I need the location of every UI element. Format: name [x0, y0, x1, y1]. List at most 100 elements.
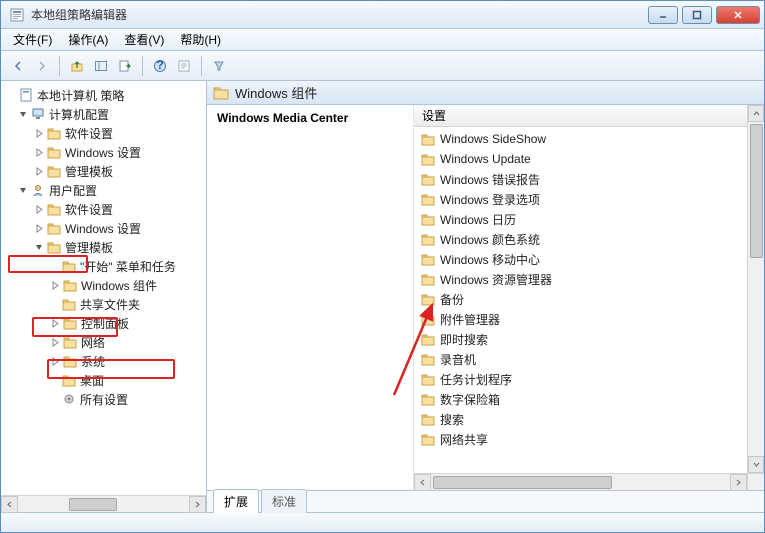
tree-uc-windows[interactable]: Windows 设置 [3, 219, 204, 237]
list-item[interactable]: Windows 日历 [414, 209, 747, 229]
scroll-right-button[interactable] [189, 496, 206, 513]
list-item[interactable]: 录音机 [414, 349, 747, 369]
tree-horizontal-scrollbar[interactable] [1, 495, 206, 512]
nav-forward-button[interactable] [31, 55, 53, 77]
tree-label: 所有设置 [80, 391, 128, 408]
expander-closed-icon[interactable] [33, 127, 45, 139]
menu-action[interactable]: 操作(A) [60, 28, 116, 51]
tree-desktop[interactable]: 桌面 [3, 371, 204, 389]
settings-list[interactable]: Windows SideShowWindows UpdateWindows 错误… [414, 127, 747, 473]
expander-open-icon[interactable] [33, 241, 45, 253]
tab-standard[interactable]: 标准 [261, 489, 307, 513]
list-item[interactable]: Windows 移动中心 [414, 249, 747, 269]
scroll-left-button[interactable] [1, 496, 18, 513]
list-item-label: Windows 移动中心 [440, 251, 540, 268]
list-column-header[interactable]: 设置 [414, 105, 747, 127]
export-list-button[interactable] [114, 55, 136, 77]
close-button[interactable] [716, 6, 760, 24]
tree-system[interactable]: 系统 [3, 352, 204, 370]
list-item-label: 附件管理器 [440, 311, 500, 328]
minimize-button[interactable] [648, 6, 678, 24]
expander-closed-icon[interactable] [33, 203, 45, 215]
tree-control-panel[interactable]: 控制面板 [3, 314, 204, 332]
tree-cc-windows[interactable]: Windows 设置 [3, 143, 204, 161]
menu-help[interactable]: 帮助(H) [172, 28, 229, 51]
nav-back-button[interactable] [7, 55, 29, 77]
scroll-track[interactable] [748, 122, 764, 456]
expander-closed-icon[interactable] [49, 317, 61, 329]
scroll-track[interactable] [431, 474, 730, 491]
list-item[interactable]: 搜索 [414, 409, 747, 429]
tree-label: 网络 [81, 334, 105, 351]
maximize-button[interactable] [682, 6, 712, 24]
list-item[interactable]: 即时搜索 [414, 329, 747, 349]
list-item-label: Windows 资源管理器 [440, 271, 552, 288]
menu-file[interactable]: 文件(F) [5, 28, 60, 51]
scroll-track[interactable] [18, 496, 189, 513]
tree-shared-folders[interactable]: 共享文件夹 [3, 295, 204, 313]
scroll-right-button[interactable] [730, 474, 747, 491]
menu-view[interactable]: 查看(V) [116, 28, 172, 51]
tree-label: Windows 设置 [65, 144, 141, 161]
app-icon [9, 7, 25, 23]
expander-closed-icon[interactable] [49, 279, 61, 291]
tree-computer-config[interactable]: 计算机配置 [3, 105, 204, 123]
list-item-label: 网络共享 [440, 431, 488, 448]
folder-icon [420, 171, 436, 187]
list-item[interactable]: 附件管理器 [414, 309, 747, 329]
tree-root[interactable]: 本地计算机 策略 [3, 86, 204, 104]
toolbar-separator [142, 56, 143, 76]
scroll-up-button[interactable] [748, 105, 764, 122]
list-item[interactable]: Windows 资源管理器 [414, 269, 747, 289]
tree-cc-software[interactable]: 软件设置 [3, 124, 204, 142]
scroll-thumb[interactable] [750, 124, 763, 258]
list-item[interactable]: Windows Update [414, 149, 747, 169]
tree-start-menu[interactable]: "开始" 菜单和任务 [3, 257, 204, 275]
policy-tree[interactable]: 本地计算机 策略 计算机配置 软件设置 Windows 设置 [1, 81, 206, 495]
filter-button[interactable] [208, 55, 230, 77]
folder-icon [46, 125, 62, 141]
list-item[interactable]: 数字保险箱 [414, 389, 747, 409]
expander-closed-icon[interactable] [33, 165, 45, 177]
tree-network[interactable]: 网络 [3, 333, 204, 351]
expander-open-icon[interactable] [17, 184, 29, 196]
tree-windows-components[interactable]: Windows 组件 [3, 276, 204, 294]
expander-closed-icon[interactable] [33, 146, 45, 158]
list-item[interactable]: Windows 登录选项 [414, 189, 747, 209]
list-item[interactable]: Windows 错误报告 [414, 169, 747, 189]
tree-uc-templates[interactable]: 管理模板 [3, 238, 204, 256]
window-frame: 本地组策略编辑器 文件(F) 操作(A) 查看(V) 帮助(H) ? [0, 0, 765, 533]
expander-open-icon[interactable] [17, 108, 29, 120]
list-vertical-scrollbar[interactable] [747, 105, 764, 473]
list-item[interactable]: Windows SideShow [414, 129, 747, 149]
tree-label: "开始" 菜单和任务 [80, 258, 176, 275]
expander-icon [5, 89, 17, 101]
expander-closed-icon[interactable] [33, 222, 45, 234]
list-item[interactable]: Windows 颜色系统 [414, 229, 747, 249]
up-folder-button[interactable] [66, 55, 88, 77]
help-button[interactable]: ? [149, 55, 171, 77]
tree-uc-software[interactable]: 软件设置 [3, 200, 204, 218]
list-horizontal-scrollbar[interactable] [414, 473, 747, 490]
tree-panel: 本地计算机 策略 计算机配置 软件设置 Windows 设置 [1, 81, 207, 512]
expander-closed-icon[interactable] [49, 336, 61, 348]
scroll-thumb[interactable] [433, 476, 612, 489]
show-hide-tree-button[interactable] [90, 55, 112, 77]
scroll-thumb[interactable] [69, 498, 117, 511]
folder-icon [46, 220, 62, 236]
tab-extended[interactable]: 扩展 [213, 489, 259, 513]
properties-button[interactable] [173, 55, 195, 77]
list-item-label: 搜索 [440, 411, 464, 428]
tree-label: 软件设置 [65, 201, 113, 218]
computer-icon [30, 106, 46, 122]
list-item[interactable]: 网络共享 [414, 429, 747, 449]
tree-cc-templates[interactable]: 管理模板 [3, 162, 204, 180]
expander-closed-icon[interactable] [49, 355, 61, 367]
folder-icon [62, 334, 78, 350]
scroll-down-button[interactable] [748, 456, 764, 473]
tree-all-settings[interactable]: 所有设置 [3, 390, 204, 408]
list-item[interactable]: 备份 [414, 289, 747, 309]
list-item[interactable]: 任务计划程序 [414, 369, 747, 389]
tree-user-config[interactable]: 用户配置 [3, 181, 204, 199]
scroll-left-button[interactable] [414, 474, 431, 491]
